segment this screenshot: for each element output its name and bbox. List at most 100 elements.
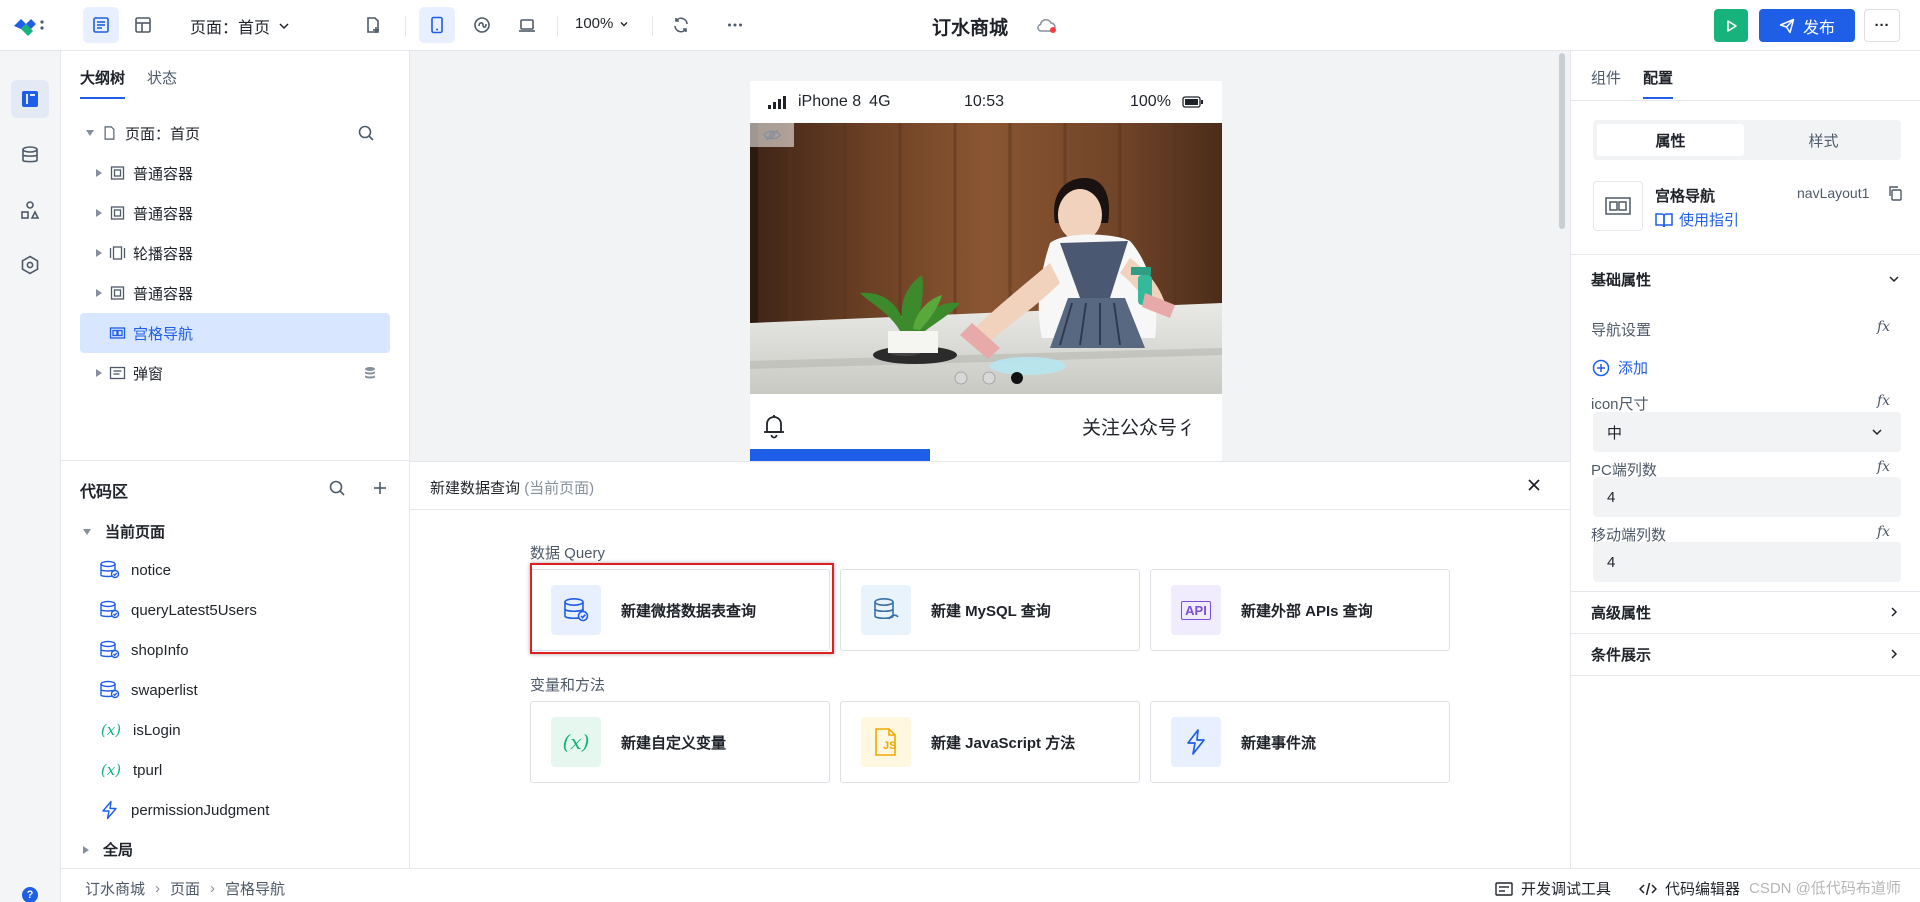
fx-icon[interactable]: fx <box>1877 319 1890 335</box>
mobile-columns-input[interactable]: 4 <box>1593 542 1901 582</box>
book-icon <box>1655 212 1673 227</box>
dev-tools-button[interactable]: 开发调试工具 <box>1495 878 1611 899</box>
add-page-icon[interactable] <box>355 7 391 43</box>
more-actions-icon[interactable] <box>717 7 753 43</box>
fx-icon[interactable]: fx <box>1877 393 1890 409</box>
expand-caret-icon[interactable] <box>96 289 102 297</box>
tree-item-grid-nav[interactable]: 宫格导航 <box>80 313 390 353</box>
rail-item-data[interactable] <box>11 136 49 174</box>
usage-guide-link[interactable]: 使用指引 <box>1655 209 1739 230</box>
section-label-vars: 变量和方法 <box>530 677 606 694</box>
expand-caret-icon[interactable] <box>96 249 102 257</box>
layout-view-icon[interactable] <box>125 7 161 43</box>
watermark-text: CSDN @低代码布道师 <box>1749 880 1901 897</box>
tab-state[interactable]: 状态 <box>147 67 177 99</box>
search-icon[interactable] <box>328 479 346 497</box>
fx-icon[interactable]: fx <box>1877 524 1890 540</box>
zoom-select[interactable]: 100% <box>575 15 629 32</box>
chevron-down-icon <box>279 23 289 30</box>
desktop-preview-icon[interactable] <box>509 7 545 43</box>
dialog-title-text: 新建数据查询 <box>430 480 521 497</box>
copy-icon[interactable] <box>1887 185 1903 201</box>
tree-item[interactable]: 轮播容器 <box>80 233 390 273</box>
code-item-variable[interactable]: (x) isLogin <box>99 713 181 747</box>
code-item-variable[interactable]: (x) tpurl <box>99 753 162 787</box>
outline-view-icon[interactable] <box>83 7 119 43</box>
hidden-toggle-icon[interactable] <box>750 123 794 147</box>
code-item-query[interactable]: shopInfo <box>99 633 189 667</box>
new-custom-variable-card[interactable]: (x) 新建自定义变量 <box>530 701 830 783</box>
design-canvas[interactable]: iPhone 8 4G 10:53 100% 关注公众号彳 <box>410 51 1570 461</box>
run-preview-button[interactable] <box>1714 9 1748 42</box>
expand-caret-icon[interactable] <box>96 369 102 377</box>
code-group-current-page[interactable]: 当前页面 <box>83 521 165 542</box>
selected-component-label[interactable] <box>750 449 930 461</box>
carousel-banner-image[interactable] <box>750 123 1222 394</box>
tree-item[interactable]: 普通容器 <box>80 153 390 193</box>
variable-icon: (x) <box>551 717 601 767</box>
rail-item-pages[interactable] <box>11 80 49 118</box>
advanced-props-header[interactable]: 高级属性 <box>1591 591 1901 633</box>
new-javascript-method-card[interactable]: JS 新建 JavaScript 方法 <box>840 701 1140 783</box>
tab-components[interactable]: 组件 <box>1591 67 1621 99</box>
new-mysql-query-card[interactable]: 新建 MySQL 查询 <box>840 569 1140 651</box>
mini-program-icon[interactable] <box>464 7 500 43</box>
tree-item[interactable]: 普通容器 <box>80 193 390 233</box>
code-editor-button[interactable]: 代码编辑器 <box>1639 878 1740 899</box>
breadcrumb-item[interactable]: 页面 <box>170 878 200 899</box>
card-label: 新建微搭数据表查询 <box>621 602 757 620</box>
new-external-api-query-card[interactable]: API 新建外部 APIs 查询 <box>1150 569 1450 651</box>
help-icon[interactable]: ? <box>22 887 38 902</box>
expand-caret-icon[interactable] <box>83 845 89 854</box>
pc-columns-input[interactable]: 4 <box>1593 477 1901 517</box>
code-group-global[interactable]: 全局 <box>83 839 133 860</box>
close-icon[interactable] <box>1525 476 1543 494</box>
page-selector[interactable]: 页面：首页 <box>190 14 290 38</box>
more-menu-button[interactable]: ··· <box>1864 9 1900 42</box>
new-event-flow-card[interactable]: 新建事件流 <box>1150 701 1450 783</box>
breadcrumb-separator: › <box>155 880 161 897</box>
cloud-sync-icon[interactable] <box>1036 18 1058 34</box>
variable-icon: (x) <box>100 721 122 739</box>
refresh-icon[interactable] <box>663 7 699 43</box>
app-logo[interactable] <box>12 15 46 37</box>
publish-button[interactable]: 发布 <box>1759 9 1855 42</box>
code-item-label: isLogin <box>133 721 181 739</box>
icon-size-select[interactable]: 中 <box>1593 412 1901 452</box>
fx-icon[interactable]: fx <box>1877 459 1890 475</box>
code-item-event[interactable]: permissionJudgment <box>99 793 269 827</box>
basic-props-header[interactable]: 基础属性 <box>1591 254 1901 304</box>
tree-item[interactable]: 普通容器 <box>80 273 390 313</box>
new-weda-table-query-card[interactable]: 新建微搭数据表查询 <box>530 569 830 651</box>
breadcrumb-item[interactable]: 订水商城 <box>85 878 145 899</box>
tree-item[interactable]: 弹窗 <box>80 353 390 393</box>
seg-properties[interactable]: 属性 <box>1597 124 1744 156</box>
breadcrumb-separator: › <box>210 880 216 897</box>
canvas-scrollbar[interactable] <box>1559 53 1565 229</box>
notice-bar[interactable]: 关注公众号彳 <box>750 399 1222 453</box>
tab-config[interactable]: 配置 <box>1643 67 1674 99</box>
add-nav-item-button[interactable]: 添加 <box>1592 357 1648 378</box>
tree-item-label: 宫格导航 <box>133 325 194 343</box>
bell-icon <box>764 415 784 439</box>
rail-item-settings[interactable] <box>11 246 49 284</box>
plus-icon[interactable] <box>372 480 388 496</box>
database-query-icon <box>551 585 601 635</box>
breadcrumb-item[interactable]: 宫格导航 <box>225 878 285 899</box>
collapse-caret-icon[interactable] <box>86 130 94 136</box>
mobile-preview-icon[interactable] <box>419 7 455 43</box>
search-icon[interactable] <box>357 124 375 142</box>
collapse-caret-icon[interactable] <box>83 528 91 535</box>
code-item-query[interactable]: swaperlist <box>99 673 198 707</box>
seg-style[interactable]: 样式 <box>1750 124 1897 156</box>
condition-display-header[interactable]: 条件展示 <box>1591 633 1901 675</box>
tree-root-page[interactable]: 页面：首页 <box>80 113 390 153</box>
code-item-label: notice <box>131 561 172 579</box>
tab-outline-tree[interactable]: 大纲树 <box>80 67 126 99</box>
code-item-query[interactable]: notice <box>99 553 171 587</box>
icon-size-value: 中 <box>1607 424 1623 442</box>
expand-caret-icon[interactable] <box>96 169 102 177</box>
rail-item-components[interactable] <box>11 191 49 229</box>
code-item-query[interactable]: queryLatest5Users <box>99 593 257 627</box>
expand-caret-icon[interactable] <box>96 209 102 217</box>
